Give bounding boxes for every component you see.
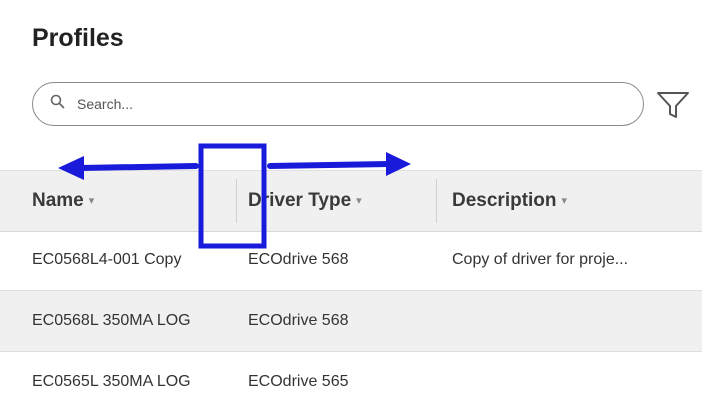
search-box[interactable]: [32, 82, 644, 126]
cell-driver-type: ECOdrive 568: [248, 251, 349, 268]
column-header-driver-type[interactable]: Driver Type ▾: [248, 171, 362, 231]
table-header-row: Name ▾ Driver Type ▾ Description ▾: [0, 170, 702, 232]
search-input[interactable]: [77, 92, 617, 116]
column-header-description-label: Description: [452, 190, 557, 211]
filter-icon[interactable]: [653, 85, 693, 125]
sort-caret-icon: ▾: [356, 195, 362, 207]
column-resize-handle[interactable]: [236, 179, 237, 223]
table-row[interactable]: EC0568L 350MA LOG ECOdrive 568: [0, 291, 702, 352]
cell-name: EC0565L 350MA LOG: [32, 373, 191, 390]
cell-description: [452, 352, 692, 412]
cell-driver-type: ECOdrive 568: [248, 312, 349, 329]
sort-caret-icon: ▾: [88, 195, 95, 207]
cell-name: EC0568L4-001 Copy: [32, 251, 182, 268]
sort-caret-icon: ▾: [561, 195, 568, 207]
column-header-name[interactable]: Name ▾: [32, 171, 94, 231]
column-header-name-label: Name: [32, 190, 84, 211]
table-row[interactable]: EC0565L 350MA LOG ECOdrive 565: [0, 352, 702, 412]
cell-name: EC0568L 350MA LOG: [32, 312, 191, 329]
cell-description: Copy of driver for proje...: [452, 251, 629, 268]
column-header-description[interactable]: Description ▾: [452, 171, 567, 231]
cell-driver-type: ECOdrive 565: [248, 373, 349, 390]
page-title: Profiles: [32, 24, 124, 52]
search-icon: [50, 94, 65, 109]
table-row[interactable]: EC0568L4-001 Copy ECOdrive 568 Copy of d…: [0, 230, 702, 291]
cell-description: [452, 291, 692, 351]
column-resize-handle[interactable]: [436, 179, 437, 223]
column-header-driver-type-label: Driver Type: [248, 190, 352, 211]
